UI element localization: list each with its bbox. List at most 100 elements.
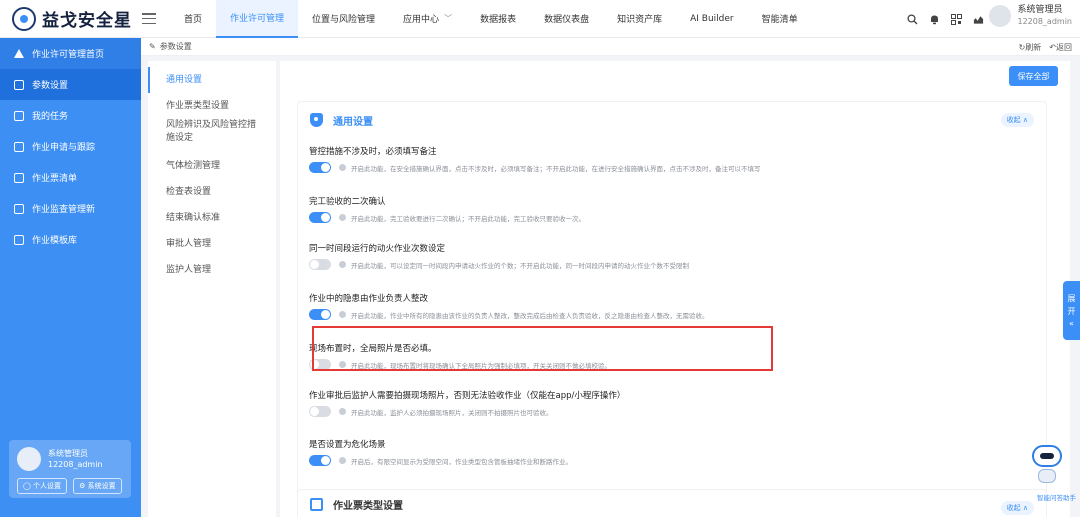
setting-item-6: 是否设置为危化场景开启后，有限空间显示为受限空间，作业类型包含管板抽堵作业和断路… — [309, 438, 1029, 466]
info-icon — [339, 311, 346, 318]
sidebar: 作业许可管理首页 参数设置我的任务作业申请与跟踪 作业票清单作业监查管理新作业模板库… — [0, 38, 141, 517]
setting-toggle[interactable] — [309, 455, 331, 466]
menu-toggle-icon[interactable] — [142, 13, 156, 24]
doc-icon — [14, 172, 24, 183]
user-id: 12208_admin — [1017, 17, 1072, 26]
settings-menu-item-1[interactable]: 作业票类型设置 — [148, 93, 276, 119]
setting-toggle[interactable] — [309, 162, 331, 173]
sidebar-user-card: 系统管理员 12208_admin ◯ 个人设置 ⚙ 系统设置 — [9, 440, 131, 498]
info-icon — [339, 261, 346, 268]
collapse-button[interactable]: 收起 ∧ — [1000, 113, 1034, 127]
nav-item-5[interactable]: 数据仪表盘 — [530, 0, 603, 38]
user-menu[interactable]: 系统管理员 12208_admin — [989, 5, 1072, 27]
nav-item-2[interactable]: 位置与风险管理 — [298, 0, 389, 38]
setting-item-1: 完工验收的二次确认 开启此功能，完工验收要进行二次确认；不开启此功能，完工验收只要… — [309, 195, 1029, 223]
user-card-id: 12208_admin — [48, 460, 103, 469]
personal-settings-button[interactable]: ◯ 个人设置 — [17, 478, 68, 494]
sidebar-item-5[interactable]: 作业监查管理新 — [0, 193, 141, 224]
sidebar-item-label: 作业许可管理首页 — [32, 50, 105, 60]
setting-description: 开启后，有限空间显示为受限空间，作业类型包含管板抽堵作业和断路作业。 — [351, 457, 572, 466]
robot-icon[interactable] — [1030, 445, 1064, 489]
nav-item-label: 应用中心 — [403, 15, 440, 25]
nav-item-0[interactable]: 首页 — [170, 0, 216, 38]
expand-tab[interactable]: 展开 « — [1063, 281, 1080, 340]
nav-item-3[interactable]: 应用中心 ﹀ — [389, 0, 466, 38]
settings-menu-item-2[interactable]: 风险辨识及风险管控措施设定 — [148, 119, 276, 145]
setting-title: 管控措施不涉及时，必须填写备注 — [309, 147, 437, 157]
logo-icon — [12, 6, 36, 31]
settings-menu: 通用设置 作业票类型设置 风险辨识及风险管控措施设定 气体检测管理 检查表设置 结束确认标… — [148, 61, 276, 517]
logo-text: 益戈安全星 — [42, 11, 132, 31]
refresh-button[interactable]: ↻刷新 — [1019, 42, 1042, 53]
nav-item-6[interactable]: 知识资产库 — [603, 0, 676, 38]
ticket-type-settings-card: 作业票类型设置 收起 ∧ — [297, 489, 1047, 517]
bell-icon[interactable] — [929, 14, 940, 25]
top-icons — [907, 0, 984, 38]
info-icon — [339, 457, 346, 464]
nav-item-7[interactable]: AI Builder — [676, 0, 748, 38]
chart-icon[interactable] — [973, 14, 984, 25]
avatar — [17, 447, 41, 471]
nav-item-1[interactable]: 作业许可管理 — [216, 0, 299, 38]
sidebar-item-2[interactable]: 我的任务 — [0, 100, 141, 131]
setting-toggle[interactable] — [309, 309, 331, 320]
sidebar-item-label: 我的任务 — [32, 112, 69, 122]
breadcrumb-label: 参数设置 — [159, 42, 192, 51]
nav-item-label: 作业许可管理 — [230, 14, 285, 24]
sidebar-item-label: 作业模板库 — [32, 236, 78, 246]
settings-menu-item-0[interactable]: 通用设置 — [148, 67, 276, 93]
search-icon[interactable] — [907, 13, 918, 25]
settings-menu-item-6[interactable]: 审批人管理 — [148, 231, 276, 257]
logo[interactable]: 益戈安全星 — [0, 0, 140, 38]
collapse-button[interactable]: 收起 ∧ — [1000, 501, 1034, 515]
save-all-button[interactable]: 保存全部 — [1009, 66, 1058, 86]
assistant-label[interactable]: 智能问答助手 — [1037, 492, 1076, 502]
settings-menu-item-3[interactable]: 气体检测管理 — [148, 153, 276, 179]
setting-description: 开启此功能，监护人必须拍摄现场照片，关闭则不拍摄照片也可验收。 — [351, 408, 553, 417]
doc-icon — [14, 203, 24, 214]
sidebar-item-4[interactable]: 作业票清单 — [0, 162, 141, 193]
setting-toggle[interactable] — [309, 406, 331, 417]
shield-icon — [310, 113, 323, 127]
setting-item-3: 作业中的隐患由作业负责人整改开启此功能，作业中所有的隐患由该作业的负责人整改，整… — [309, 292, 1029, 320]
sidebar-item-1[interactable]: 参数设置 — [0, 69, 141, 100]
qrcode-icon[interactable] — [951, 13, 962, 25]
setting-toggle[interactable] — [309, 259, 331, 270]
setting-title: 是否设置为危化场景 — [309, 440, 386, 450]
nav-item-label: AI Builder — [690, 13, 734, 24]
nav-item-label: 知识资产库 — [617, 15, 663, 25]
setting-toggle[interactable] — [309, 212, 331, 223]
sidebar-item-label: 参数设置 — [32, 81, 69, 91]
setting-title: 作业审批后监护人需要拍摄现场照片，否则无法验收作业（仅能在app/小程序操作） — [309, 391, 626, 401]
general-settings-card: 通用设置 收起 ∧ 管控措施不涉及时，必须填写备注 开启此功能，在安全措施确认界面… — [297, 101, 1047, 495]
setting-item-2: 同一时间段运行的动火作业次数设定 开启此功能，可以设定同一时间段内申请动火作业的个… — [309, 242, 1029, 270]
sidebar-item-3[interactable]: 作业申请与跟踪 — [0, 131, 141, 162]
setting-description: 开启此功能，在安全措施确认界面，点击不涉及时，必须填写备注；不开启此功能，在进行… — [351, 164, 761, 173]
nav-item-label: 首页 — [184, 15, 203, 25]
setting-description: 开启此功能，作业中所有的隐患由该作业的负责人整改，整改完成后由检查人负责验收，反… — [351, 311, 709, 320]
settings-menu-item-4[interactable]: 检查表设置 — [148, 179, 276, 205]
system-settings-button[interactable]: ⚙ 系统设置 — [73, 478, 122, 494]
sidebar-item-0[interactable]: 作业许可管理首页 — [0, 38, 141, 69]
back-button[interactable]: ↶返回 — [1049, 42, 1072, 53]
highlight-box — [312, 326, 773, 371]
chevron-down-icon: ﹀ — [444, 14, 453, 23]
info-icon — [339, 408, 346, 415]
sidebar-item-label: 作业申请与跟踪 — [32, 143, 96, 153]
setting-item-5: 作业审批后监护人需要拍摄现场照片，否则无法验收作业（仅能在app/小程序操作） 开… — [309, 389, 1029, 417]
nav-item-8[interactable]: 智能清单 — [748, 0, 812, 38]
top-bar: 益戈安全星 首页 作业许可管理 位置与风险管理 应用中心 ﹀ 数据报表 数据仪表盘 知识资产库… — [0, 0, 1080, 38]
nav-item-label: 智能清单 — [761, 15, 798, 25]
setting-description: 开启此功能，完工验收要进行二次确认；不开启此功能，完工验收只要验收一次。 — [351, 214, 585, 223]
settings-menu-item-5[interactable]: 结束确认标准 — [148, 205, 276, 231]
setting-title: 作业中的隐患由作业负责人整改 — [309, 294, 429, 304]
sidebar-item-label: 作业票清单 — [32, 174, 78, 184]
nav-item-label: 数据报表 — [480, 15, 517, 25]
doc-icon — [14, 79, 24, 90]
card-title: 作业票类型设置 — [333, 500, 403, 512]
setting-description: 开启此功能，可以设定同一时间段内申请动火作业的个数；不开启此功能，同一时间段内申… — [351, 261, 689, 270]
nav-item-4[interactable]: 数据报表 — [466, 0, 530, 38]
sidebar-item-6[interactable]: 作业模板库 — [0, 224, 141, 255]
nav-item-label: 数据仪表盘 — [544, 15, 590, 25]
settings-menu-item-7[interactable]: 监护人管理 — [148, 257, 276, 283]
